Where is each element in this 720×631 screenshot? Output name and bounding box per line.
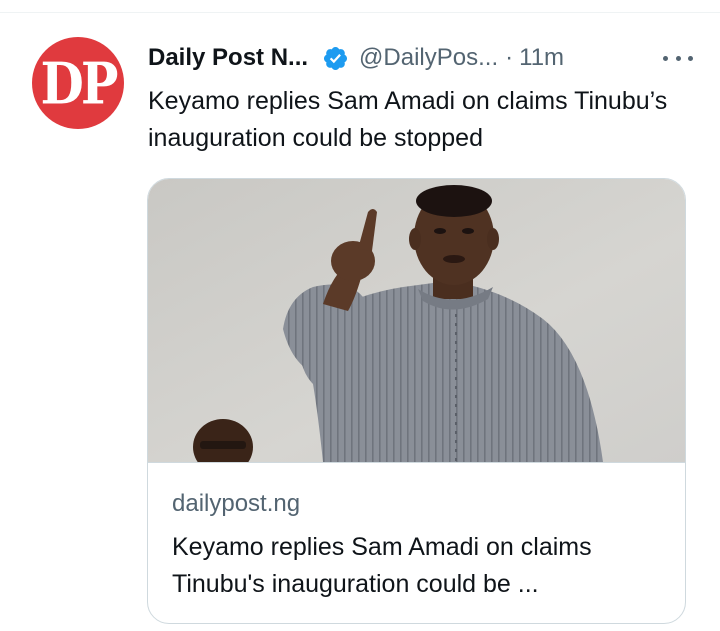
tweet-text: Keyamo replies Sam Amadi on claims Tinub… — [148, 87, 668, 152]
avatar[interactable]: DP — [32, 37, 124, 129]
display-name[interactable]: Daily Post N... — [148, 44, 308, 72]
card-domain[interactable]: dailypost.ng — [172, 490, 300, 518]
user-handle[interactable]: @DailyPos... — [359, 44, 498, 72]
more-options-icon[interactable] — [663, 48, 693, 68]
top-divider — [0, 12, 720, 13]
separator-dot: · — [505, 44, 514, 71]
verified-badge-icon[interactable] — [322, 45, 349, 72]
avatar-logo-text: DP — [40, 49, 119, 118]
more-dot — [688, 55, 693, 61]
timestamp[interactable]: 11m — [519, 44, 564, 72]
article-photo[interactable] — [148, 179, 686, 462]
card-divider — [148, 462, 685, 463]
card-title[interactable]: Keyamo replies Sam Amadi on claims Tinub… — [172, 529, 667, 603]
more-dot — [675, 55, 681, 61]
link-card[interactable]: dailypost.ng Keyamo replies Sam Amadi on… — [147, 178, 686, 624]
tweet-header: Daily Post N... @DailyPos... · 11m — [148, 40, 693, 76]
more-dot — [663, 55, 668, 61]
